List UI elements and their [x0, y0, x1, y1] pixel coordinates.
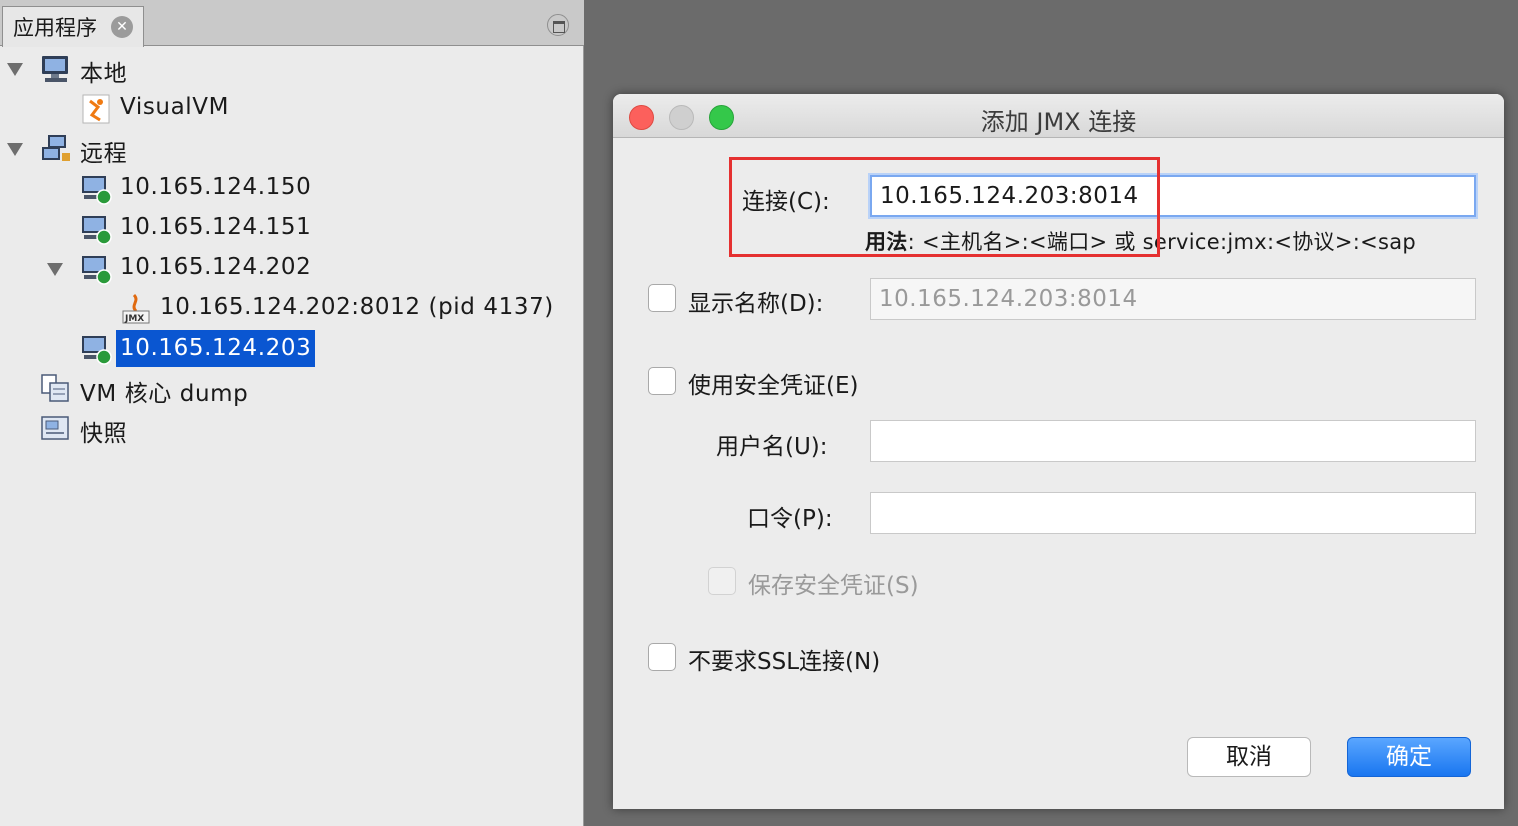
use-credentials-checkbox[interactable] — [648, 367, 676, 395]
coredump-icon — [41, 374, 69, 402]
username-label: 用户名(U): — [716, 434, 828, 460]
network-icon — [42, 135, 70, 161]
use-credentials-label: 使用安全凭证(E) — [688, 373, 859, 399]
close-icon[interactable]: ✕ — [111, 16, 133, 38]
remote-host-icon — [82, 176, 112, 205]
svg-text:JMX: JMX — [124, 314, 144, 324]
snapshot-icon — [41, 416, 69, 440]
remote-host-icon — [82, 216, 112, 245]
tree-node-host-150[interactable]: 10.165.124.150 — [116, 173, 315, 201]
remote-host-icon — [82, 336, 112, 365]
save-credentials-checkbox[interactable] — [708, 567, 736, 595]
tree-node-snapshot[interactable]: 快照 — [76, 413, 131, 449]
tab-applications[interactable]: 应用程序 ✕ — [2, 6, 144, 47]
remote-host-icon — [82, 256, 112, 285]
expand-toggle-local[interactable] — [7, 63, 23, 76]
tree-node-local[interactable]: 本地 — [76, 53, 131, 89]
computer-icon — [42, 56, 68, 82]
panel-tabbar: 应用程序 ✕ — [0, 0, 584, 47]
no-ssl-label: 不要求SSL连接(N) — [688, 649, 881, 675]
no-ssl-checkbox[interactable] — [648, 643, 676, 671]
tree-node-host-151[interactable]: 10.165.124.151 — [116, 213, 315, 241]
ok-button[interactable]: 确定 — [1347, 737, 1471, 777]
expand-toggle-remote[interactable] — [7, 143, 23, 156]
cancel-button[interactable]: 取消 — [1187, 737, 1311, 777]
username-input[interactable] — [870, 420, 1476, 462]
tree-node-remote[interactable]: 远程 — [76, 133, 131, 169]
dialog-titlebar: 添加 JMX 连接 — [613, 94, 1504, 138]
display-name-checkbox[interactable] — [648, 284, 676, 312]
password-input[interactable] — [870, 492, 1476, 534]
tree-node-host-203[interactable]: 10.165.124.203 — [116, 330, 316, 367]
java-app-icon — [82, 94, 110, 124]
tree-node-coredump[interactable]: VM 核心 dump — [76, 373, 252, 409]
display-name-input[interactable] — [870, 278, 1476, 320]
annotation-highlight-box — [729, 157, 1160, 257]
tree-node-host-202[interactable]: 10.165.124.202 — [116, 253, 315, 281]
dialog-title: 添加 JMX 连接 — [980, 108, 1137, 136]
expand-toggle-host-202[interactable] — [47, 263, 63, 276]
add-jmx-connection-dialog: 添加 JMX 连接 连接(C): 用法: <主机名>:<端口> 或 servic… — [613, 94, 1504, 809]
jmx-app-icon: JMX — [122, 293, 150, 324]
display-name-label: 显示名称(D): — [688, 291, 824, 317]
save-credentials-label: 保存安全凭证(S) — [748, 573, 919, 599]
tree-node-jmx-app[interactable]: 10.165.124.202:8012 (pid 4137) — [156, 293, 558, 321]
password-label: 口令(P): — [747, 506, 833, 532]
tab-applications-label: 应用程序 — [13, 16, 97, 40]
maximize-icon[interactable] — [547, 14, 569, 36]
tree-node-visualvm[interactable]: VisualVM — [116, 93, 233, 121]
applications-panel: 应用程序 ✕ 本地 VisualVM 远程 10.165.124.150 10.… — [0, 0, 584, 826]
